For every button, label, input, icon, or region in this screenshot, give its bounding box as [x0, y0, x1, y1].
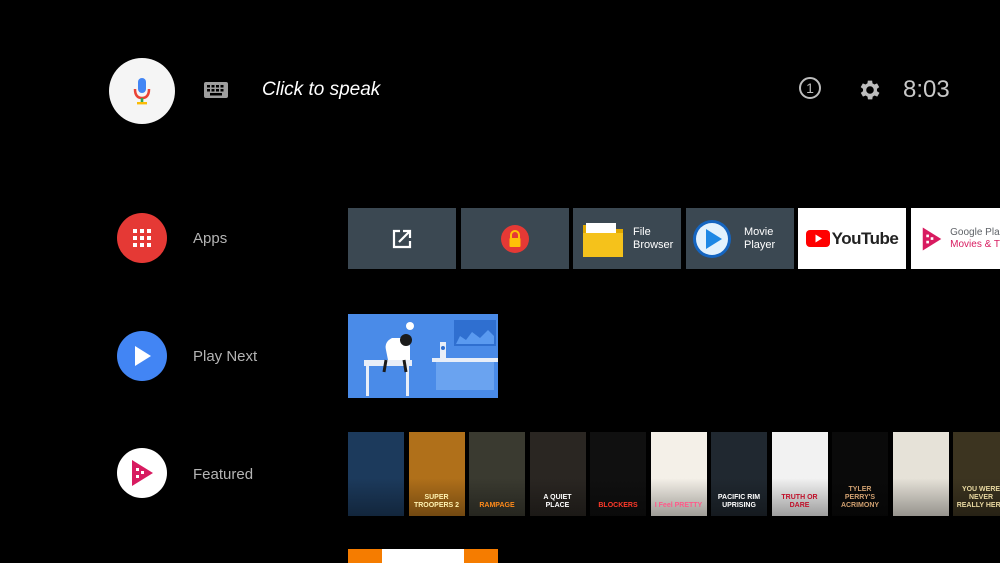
featured-row-label: Featured: [193, 466, 254, 483]
folder-icon: [583, 222, 623, 257]
app-tile-file-browser[interactable]: File Browser: [573, 208, 681, 269]
movie-poster[interactable]: TRUTH OR DARE: [771, 432, 828, 516]
movie-poster-title: A QUIET PLACE: [543, 494, 572, 509]
movie-poster-title: I Feel PRETTY: [654, 502, 703, 509]
movie-poster-title: TYLER PERRY'S ACRIMONY: [840, 486, 880, 509]
apps-row-label: Apps: [193, 230, 228, 247]
movie-poster-title: PACIFIC RIM UPRISING: [717, 494, 761, 509]
movie-poster-title: BLOCKERS: [598, 502, 638, 509]
movie-poster-title: RAMPAGE: [479, 502, 515, 509]
keyboard-icon[interactable]: [204, 82, 228, 98]
movie-poster[interactable]: YOU WERE NEVER REALLY HERE: [953, 432, 1000, 516]
play-next-row-label: Play Next: [193, 348, 258, 365]
movie-poster[interactable]: A QUIET PLACE: [529, 432, 586, 516]
movie-poster[interactable]: I Feel PRETTY: [650, 432, 707, 516]
clock: 8:03: [903, 76, 950, 103]
movie-poster-title: YOU WERE NEVER REALLY HERE: [956, 486, 1000, 509]
next-row-card[interactable]: [348, 549, 498, 563]
lock-icon: [501, 224, 529, 253]
external-link-icon: [392, 229, 412, 248]
movie-poster[interactable]: TYLER PERRY'S ACRIMONY: [832, 432, 888, 516]
movie-poster-title: TRUTH OR DARE: [781, 494, 818, 509]
movie-poster-title: [919, 510, 923, 516]
apps-grid-icon: [133, 229, 151, 247]
play-movies-icon: [922, 227, 942, 250]
play-icon: [135, 346, 151, 366]
app-tile-google-play-movies[interactable]: Google Pla Movies & T: [911, 208, 1000, 269]
app-tile-youtube[interactable]: YouTube: [798, 208, 906, 269]
app-tile-label: Browser: [633, 238, 674, 251]
play-next-row-icon[interactable]: [117, 331, 167, 381]
app-tile-movie-player[interactable]: Movie Player: [686, 208, 794, 269]
app-tile-external-input[interactable]: [348, 208, 456, 269]
movie-poster[interactable]: RAMPAGE: [469, 432, 525, 516]
movie-poster[interactable]: PACIFIC RIM UPRISING: [711, 432, 767, 516]
play-movies-icon: [132, 460, 153, 486]
movie-poster[interactable]: BLOCKERS: [590, 432, 646, 516]
featured-row-icon[interactable]: [117, 448, 167, 498]
movie-poster[interactable]: [348, 432, 404, 516]
gear-icon[interactable]: [857, 77, 883, 103]
notification-badge[interactable]: 1: [799, 77, 821, 99]
app-tile-label: Google Pla: [950, 226, 1000, 238]
mic-icon: [133, 78, 151, 105]
app-tile-label: Movie: [744, 225, 774, 238]
movie-player-icon: [693, 219, 731, 258]
youtube-logo-icon: [805, 230, 830, 247]
movie-poster[interactable]: SUPER TROOPERS 2: [408, 432, 465, 516]
apps-row-icon[interactable]: [117, 213, 167, 263]
movie-poster-title: [374, 510, 378, 516]
app-tile-label: Player: [744, 238, 776, 251]
play-next-card[interactable]: [348, 314, 498, 398]
youtube-wordmark: YouTube: [831, 228, 899, 248]
voice-search-button[interactable]: [109, 58, 175, 124]
movie-poster[interactable]: [892, 432, 949, 516]
app-tile-label: File: [633, 225, 651, 238]
search-prompt[interactable]: Click to speak: [262, 79, 380, 101]
app-tile-label: Movies & T: [950, 238, 1000, 250]
app-tile-lock[interactable]: [461, 208, 569, 269]
movie-poster-title: SUPER TROOPERS 2: [413, 494, 460, 509]
play-next-illustration: [348, 314, 498, 398]
